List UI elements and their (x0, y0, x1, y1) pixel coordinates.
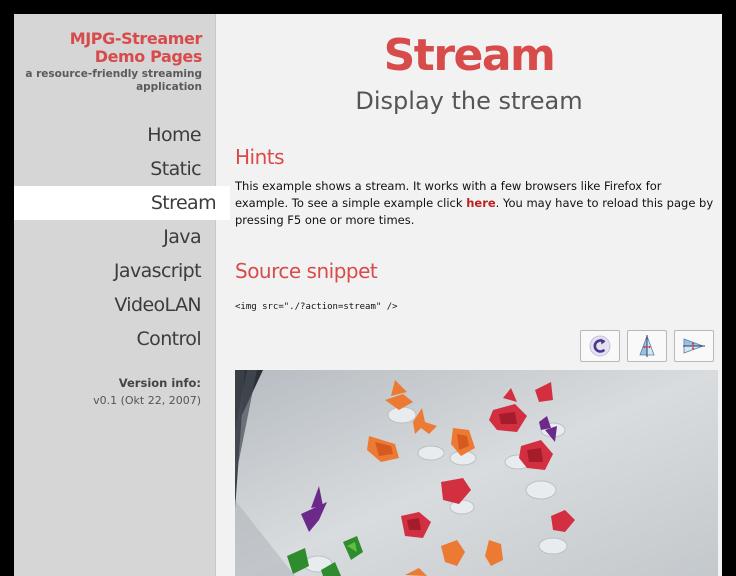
flip-horizontal-button[interactable] (674, 330, 714, 362)
source-code: <img src="./?action=stream" /> (235, 302, 398, 312)
sidebar: MJPG-Streamer Demo Pages a resource-frie… (14, 14, 230, 576)
page-frame: MJPG-Streamer Demo Pages a resource-frie… (14, 14, 722, 576)
nav-control[interactable]: Control (14, 322, 215, 356)
nav-home[interactable]: Home (14, 118, 215, 152)
rotate-button[interactable] (580, 330, 620, 362)
hints-text: This example shows a stream. It works wi… (235, 178, 715, 229)
version-value: v0.1 (Okt 22, 2007) (93, 394, 201, 407)
brand-subtitle-line1: a resource-friendly streaming (25, 68, 202, 80)
brand-subtitle-line2: application (136, 81, 202, 93)
stream-image (235, 370, 718, 576)
brand-title-line2: Demo Pages (94, 47, 203, 66)
version-label: Version info: (118, 376, 201, 390)
nav-java[interactable]: Java (14, 220, 215, 254)
main-content: Stream Display the stream Hints This exa… (216, 14, 722, 576)
source-heading: Source snippet (235, 259, 378, 283)
flip-horizontal-icon (683, 338, 705, 354)
rotate-icon (589, 335, 611, 357)
version-info: Version info: v0.1 (Okt 22, 2007) (93, 376, 201, 407)
nav-javascript[interactable]: Javascript (14, 254, 215, 288)
nav-stream[interactable]: Stream (14, 186, 230, 220)
nav-static[interactable]: Static (14, 152, 215, 186)
flip-vertical-button[interactable] (627, 330, 667, 362)
brand-title-line1: MJPG-Streamer (69, 29, 203, 48)
page-title: Stream (383, 30, 556, 81)
main-nav: Home Static Stream Java Javascript Video… (14, 118, 230, 356)
brand-subtitle: a resource-friendly streaming applicatio… (22, 68, 202, 94)
page-subtitle: Display the stream (355, 87, 583, 115)
brand-title: MJPG-Streamer Demo Pages (22, 29, 203, 66)
hints-heading: Hints (235, 145, 285, 169)
brand: MJPG-Streamer Demo Pages a resource-frie… (14, 14, 215, 94)
here-link[interactable]: here (466, 196, 495, 210)
flip-vertical-icon (639, 335, 655, 357)
stream-photo (235, 370, 718, 576)
nav-videolan[interactable]: VideoLAN (14, 288, 215, 322)
